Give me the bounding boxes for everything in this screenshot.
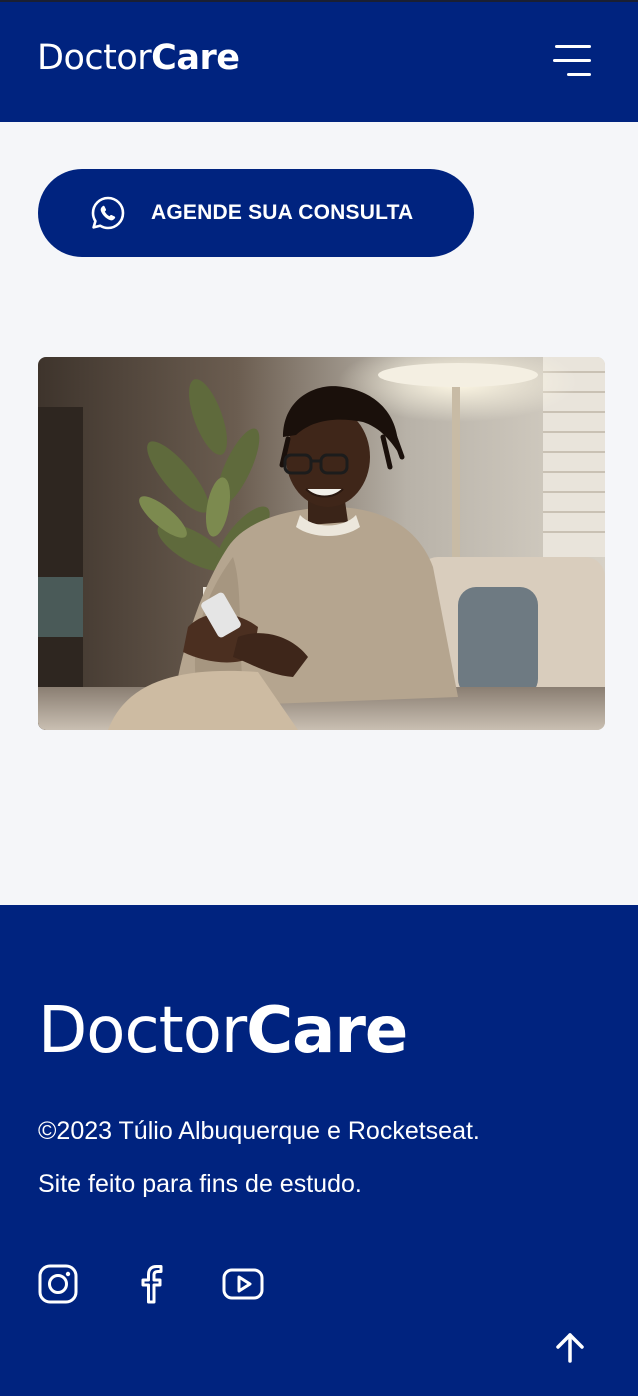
menu-bar-bottom	[567, 73, 591, 76]
footer-note: Site feito para fins de estudo.	[38, 1170, 362, 1198]
schedule-appointment-label: AGENDE SUA CONSULTA	[151, 201, 414, 224]
hamburger-menu-icon[interactable]	[548, 40, 596, 82]
footer-logo-doctor: Doctor	[38, 994, 247, 1068]
hero-photo-illustration	[38, 357, 605, 730]
menu-bar-top	[555, 45, 591, 48]
footer-logo[interactable]: DoctorCare	[38, 994, 408, 1068]
arrow-up-icon[interactable]	[550, 1327, 590, 1367]
footer-logo-care: Care	[246, 994, 408, 1068]
youtube-icon[interactable]	[221, 1262, 265, 1306]
header-logo[interactable]: DoctorCare	[37, 38, 240, 78]
instagram-icon[interactable]	[36, 1262, 80, 1306]
footer: DoctorCare ©2023 Túlio Albuquerque e Roc…	[0, 905, 638, 1396]
menu-bar-middle	[553, 59, 591, 62]
whatsapp-icon	[91, 196, 125, 230]
facebook-icon[interactable]	[129, 1262, 173, 1306]
top-navigation-bar: DoctorCare	[0, 0, 638, 122]
footer-copyright: ©2023 Túlio Albuquerque e Rocketseat.	[38, 1117, 480, 1145]
schedule-appointment-button[interactable]: AGENDE SUA CONSULTA	[38, 169, 474, 257]
hero-photo	[38, 357, 605, 730]
header-logo-doctor: Doctor	[37, 38, 152, 78]
header-logo-care: Care	[151, 38, 240, 78]
page: DoctorCare AGENDE SUA CONSULTA DoctorCar…	[0, 0, 638, 1396]
